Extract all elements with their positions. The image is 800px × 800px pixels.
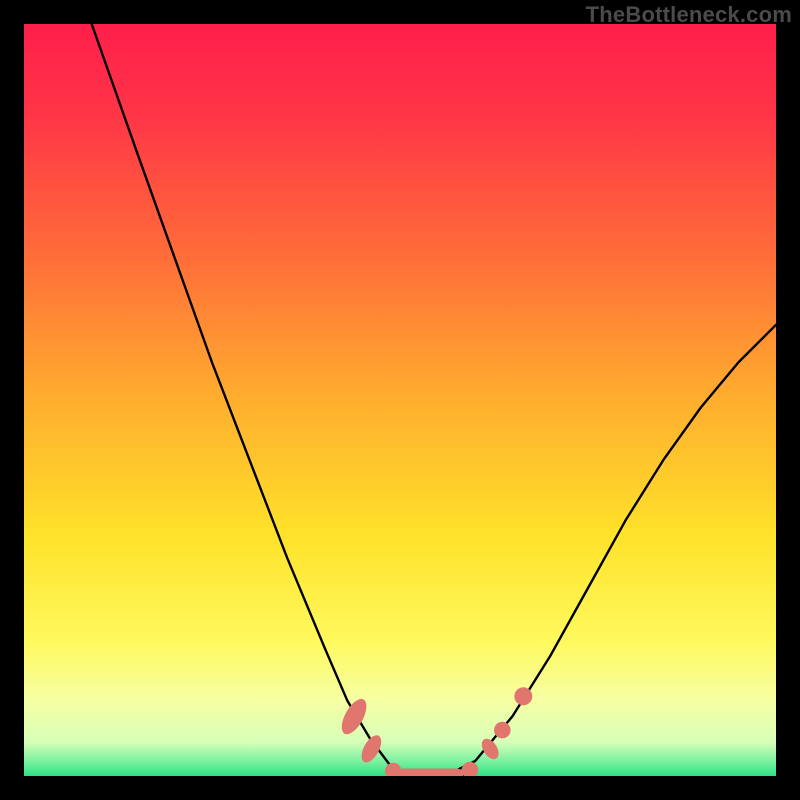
gradient-background (24, 24, 776, 776)
plot-svg (24, 24, 776, 776)
curve-marker (514, 687, 532, 705)
curve-marker (494, 722, 511, 739)
chart-frame: TheBottleneck.com (0, 0, 800, 800)
curve-marker (397, 769, 463, 777)
plot-area (24, 24, 776, 776)
